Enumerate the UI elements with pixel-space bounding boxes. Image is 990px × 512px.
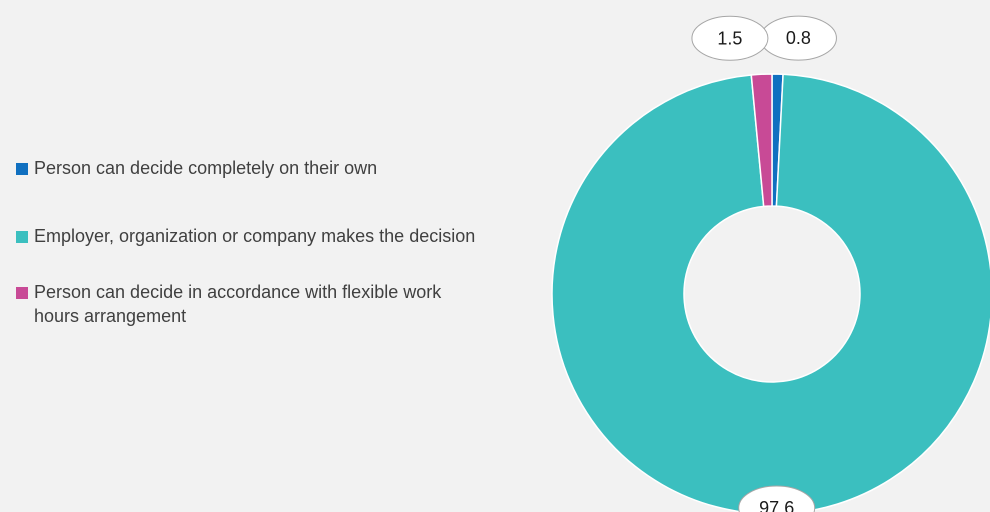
data-label-flexible-hours-text: 1.5 — [717, 28, 742, 48]
data-label-flexible-hours: 1.5 — [691, 15, 769, 61]
donut-chart: 0.8 97.6 1.5 — [551, 15, 990, 512]
data-label-decide-own: 0.8 — [759, 15, 837, 61]
data-label-decide-own-text: 0.8 — [786, 28, 811, 48]
data-label-employer-decides-text: 97.6 — [759, 498, 794, 512]
